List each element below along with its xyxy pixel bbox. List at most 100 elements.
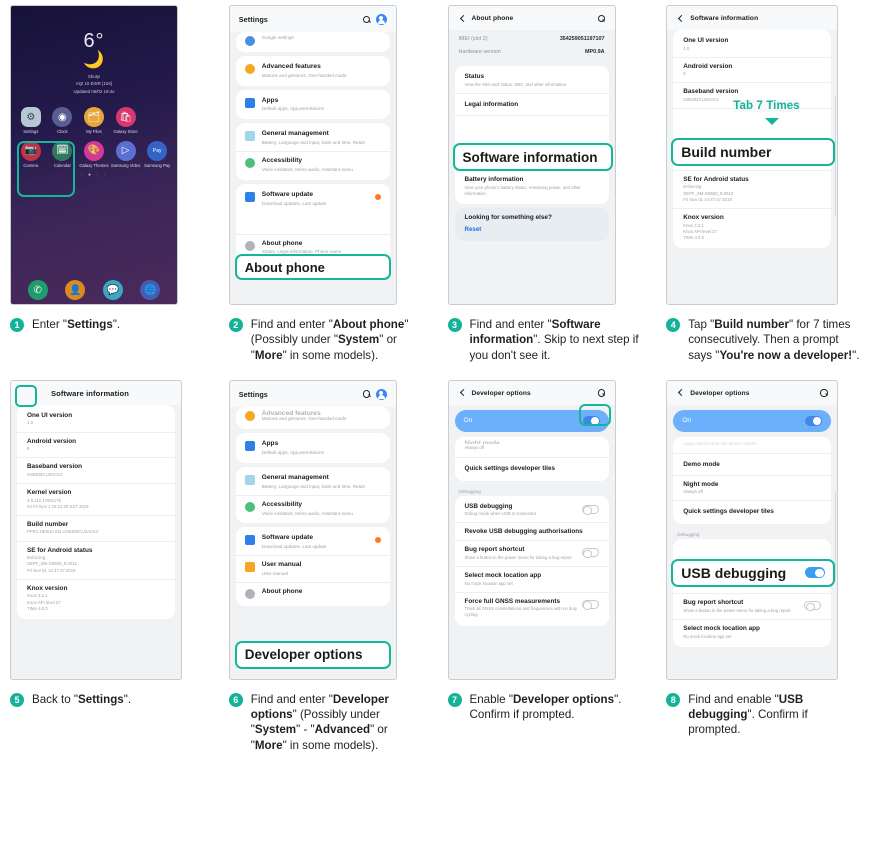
back-arrow-icon[interactable] (676, 14, 685, 23)
search-icon[interactable] (362, 15, 371, 24)
highlight-back-arrow[interactable] (15, 384, 37, 407)
dev-row-night-mode[interactable]: Night mode Always off (455, 439, 609, 457)
caption-step-5: 5 Back to "Settings". (0, 686, 219, 753)
settings-row-apps[interactable]: Apps Default apps, App permissions (236, 92, 390, 118)
software-info-card: One UI version 1.0 Android version 9 Bas… (17, 404, 175, 620)
highlight-usb-debugging[interactable]: USB debugging (671, 558, 836, 587)
row-title: Quick settings developer tiles (464, 464, 556, 472)
caption-step-7: 7 Enable "Developer options". Confirm if… (438, 686, 657, 753)
page-title: Developer options (471, 389, 531, 397)
app-icon-samsung-video[interactable]: ▷ Samsung Video (110, 137, 142, 170)
about-row-legal-information[interactable]: Legal information (454, 92, 609, 115)
bug-report-toggle[interactable] (581, 548, 599, 559)
page-title: Settings (238, 389, 268, 399)
settings-row-sub: User manual (261, 570, 288, 576)
back-arrow-icon[interactable] (458, 14, 467, 23)
app-icon-galaxy-store[interactable]: 🛍 Galaxy Store (110, 103, 142, 136)
settings-row-user-manual[interactable]: User manual User manual (235, 555, 390, 582)
highlight-label: About phone (244, 259, 325, 275)
usb-debugging-toggle[interactable] (581, 504, 599, 515)
app-icon-settings[interactable]: ⚙ Settings (15, 103, 47, 136)
highlight-developer-options[interactable]: Developer options (234, 640, 391, 669)
dev-row-select-mock-location[interactable]: Select mock location app No mock locatio… (673, 619, 832, 645)
app-label: My Files (86, 129, 102, 135)
developer-options-master-row[interactable]: On (673, 409, 832, 432)
dev-row-quick-settings-tiles[interactable]: Quick settings developer tiles (454, 456, 609, 479)
info-row-baseband-version: Baseband version G9630ZCU3ACK2 (17, 457, 175, 483)
caption-text: Find and enable "USB debugging". Confirm… (688, 692, 808, 737)
dev-row-revoke-usb-auth[interactable]: Revoke USB debugging authorisations (454, 522, 609, 540)
settings-row-sub: Motions and gestures, One-handed mode (261, 416, 347, 422)
app-icon-samsung-pay[interactable]: Pay Samsung Pay (141, 137, 173, 170)
bug-report-toggle[interactable] (804, 601, 822, 612)
row-value: G9630ZCU3ACK2 (27, 471, 63, 477)
highlight-build-number[interactable]: Build number (671, 138, 836, 166)
row-sub: Always off (683, 489, 703, 495)
row-title: SE for Android status (683, 175, 749, 183)
dev-row-night-mode[interactable]: Night mode Always off (673, 474, 832, 501)
usb-debugging-toggle-on[interactable] (805, 567, 826, 579)
account-avatar-icon[interactable] (375, 388, 387, 400)
row-sub: Show a button in the power menu for taki… (683, 607, 791, 613)
row-title: Night mode (683, 480, 719, 488)
row-value: Enforcing SEPF_SM-G9600_9.0012 Fri Nov 0… (27, 555, 77, 573)
row-sub: Apply options when the phone restarts (683, 441, 757, 447)
highlight-about-phone[interactable]: About phone (234, 254, 391, 280)
row-title: Knox version (27, 584, 68, 592)
settings-row-apps[interactable]: Apps Default apps, App permissions (236, 435, 390, 461)
app-icon-my-files[interactable]: 🗂 My Files (78, 103, 110, 136)
messages-icon[interactable]: 💬 (102, 280, 123, 300)
dev-row-usb-debugging[interactable]: USB debugging Debug mode when USB is con… (455, 498, 609, 523)
settings-row-general-management[interactable]: General management Battery, Language and… (236, 125, 390, 151)
settings-row-about-phone[interactable]: About phone (235, 581, 390, 604)
search-icon[interactable] (597, 389, 606, 397)
master-toggle[interactable] (805, 416, 823, 426)
settings-row-software-update[interactable]: Software update Download updates, Last u… (236, 529, 390, 555)
internet-icon[interactable]: 🌐 (140, 280, 161, 300)
phone-icon[interactable]: ✆ (27, 280, 48, 300)
dev-row-select-mock-location[interactable]: Select mock location app No mock locatio… (454, 566, 609, 592)
search-icon[interactable] (597, 14, 606, 23)
highlight-master-toggle[interactable] (578, 403, 611, 426)
app-icon-clock[interactable]: ◉ Clock (47, 103, 79, 136)
settings-row-accessibility[interactable]: Accessibility Voice Assistant, Mono audi… (235, 494, 390, 522)
app-icon-galaxy-themes[interactable]: 🎨 Galaxy Themes (78, 137, 110, 170)
contacts-icon[interactable]: 👤 (65, 280, 86, 300)
info-row-one-ui-version: One UI version 1.0 (17, 407, 175, 432)
page-title: Settings (238, 15, 268, 24)
back-arrow-icon[interactable] (458, 389, 467, 398)
caption-text: Find and enter "Software information". S… (469, 318, 639, 362)
dev-row-force-full-gnss[interactable]: Force full GNSS measurements Track all G… (454, 591, 609, 624)
about-row-battery-information[interactable]: Battery information View your phone's ba… (454, 170, 609, 202)
dev-row-demo-mode[interactable]: Demo mode (673, 452, 832, 475)
back-arrow-icon[interactable] (676, 389, 685, 398)
app-label: Samsung Video (110, 162, 141, 168)
settings-row-general-management[interactable]: General management Battery, Language and… (236, 469, 390, 495)
dev-row-restart-note: Apply options when the phone restarts (673, 439, 831, 453)
reset-link[interactable]: Reset (465, 226, 599, 233)
row-title: One UI version (683, 37, 729, 44)
settings-row-accessibility[interactable]: Accessibility Voice Assistant, Mono audi… (235, 151, 390, 178)
row-sub: No mock location app set (464, 580, 513, 586)
kv-row: Hardware version MP0.9A (449, 45, 615, 58)
info-row-android-version: Android version 9 (17, 431, 175, 458)
highlight-software-information[interactable]: Software information (452, 143, 613, 171)
software-information-screen-2: Software information One UI version 1.0 … (10, 379, 182, 680)
settings-row-google[interactable]: Google settings (236, 34, 390, 50)
dev-row-bug-report-shortcut[interactable]: Bug report shortcut Show a button in the… (673, 593, 832, 619)
screens-row-1: 6° 🌙 Shutyi AQI 10 EISR (104) Updated 06… (0, 0, 875, 305)
caption-step-3: 3 Find and enter "Software information".… (438, 311, 657, 363)
search-icon[interactable] (362, 390, 371, 398)
account-avatar-icon[interactable] (375, 14, 387, 25)
about-row-status[interactable]: Status View the SIM card status, IMEI, a… (455, 68, 609, 93)
settings-card-1: Advanced features Motions and gestures, … (235, 56, 390, 86)
settings-row-advanced-features[interactable]: Advanced features Motions and gestures, … (236, 409, 390, 427)
search-icon[interactable] (820, 389, 828, 397)
settings-row-advanced-features[interactable]: Advanced features Motions and gestures, … (236, 58, 390, 84)
settings-row-software-update[interactable]: Software update Download updates, Last u… (236, 186, 390, 212)
dev-row-bug-report-shortcut[interactable]: Bug report shortcut Show a button in the… (454, 540, 609, 566)
force-gnss-toggle[interactable] (581, 599, 599, 610)
info-row-build-number[interactable]: Build number PPR1.180610.011.G9630ZCU3AC… (17, 514, 175, 541)
tutorial-page: 6° 🌙 Shutyi AQI 10 EISR (104) Updated 06… (0, 0, 875, 846)
dev-row-quick-settings-tiles[interactable]: Quick settings developer tiles (673, 500, 832, 522)
